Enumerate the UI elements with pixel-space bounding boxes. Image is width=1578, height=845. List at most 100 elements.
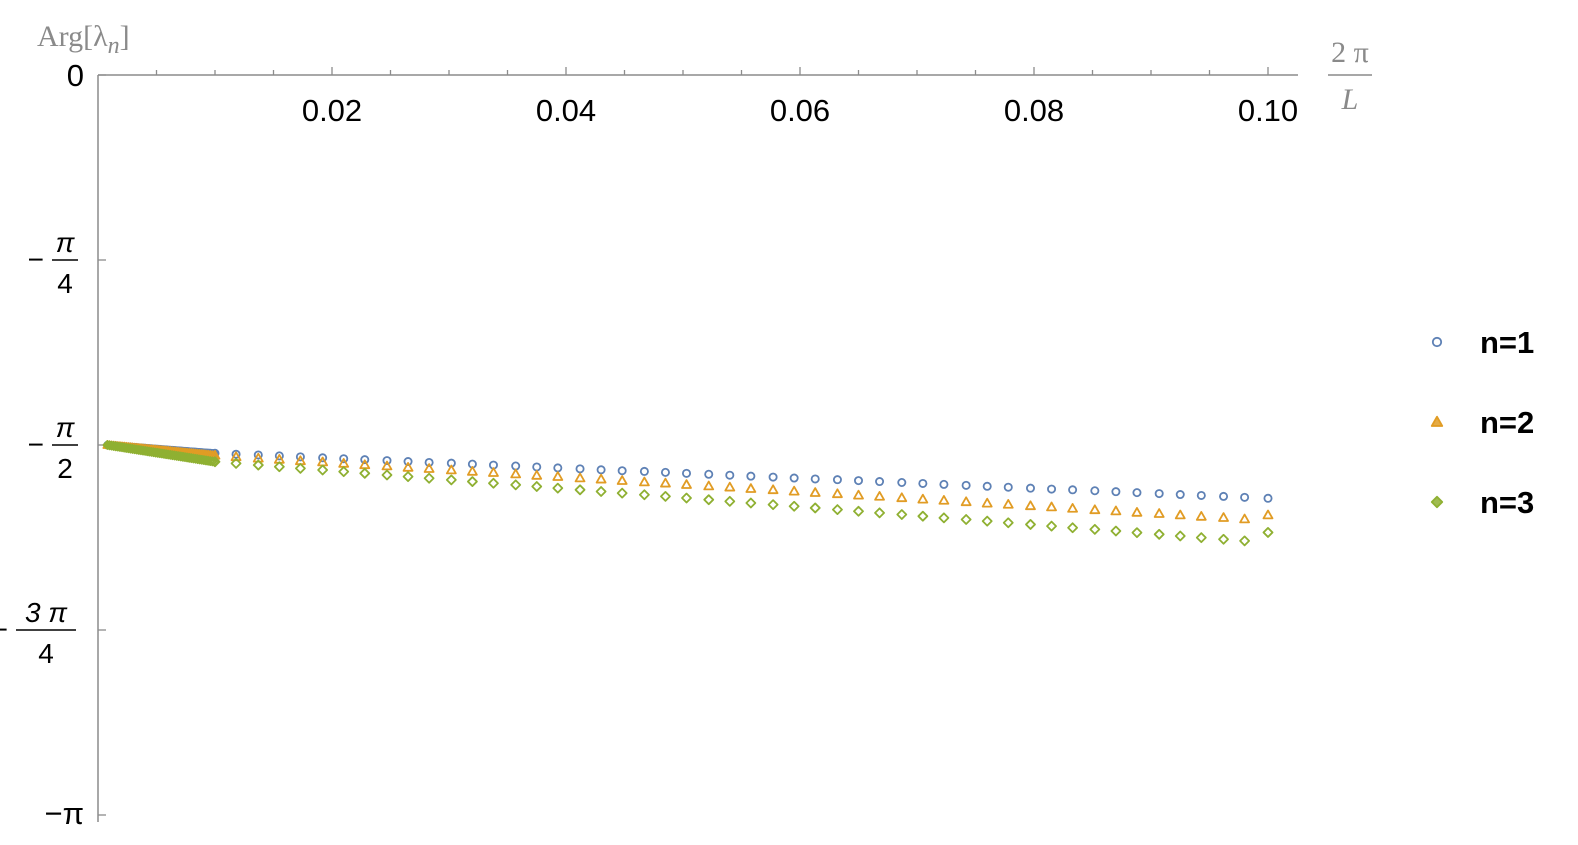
- y-tick-sign: −: [0, 614, 8, 645]
- data-point: [1025, 519, 1036, 530]
- legend-item-n=1: n=1: [1431, 325, 1534, 360]
- data-point: [531, 481, 543, 492]
- data-point: [1025, 483, 1035, 493]
- data-point: [745, 497, 757, 509]
- y-tick-denominator: 4: [38, 638, 54, 669]
- legend-item-n=3: n=3: [1430, 485, 1534, 520]
- data-point: [853, 489, 864, 500]
- data-point: [660, 467, 670, 477]
- data-point: [1174, 509, 1186, 520]
- data-point: [1003, 482, 1013, 492]
- data-point: [596, 465, 606, 475]
- data-point: [575, 464, 585, 474]
- data-point: [853, 505, 864, 517]
- x-tick-label: 0.04: [536, 93, 596, 128]
- data-point: [960, 496, 972, 507]
- legend-label: n=3: [1480, 485, 1534, 520]
- data-point: [1002, 517, 1014, 529]
- y-tick-sign: −: [28, 244, 44, 275]
- data-point: [874, 507, 885, 519]
- data-point: [1240, 492, 1250, 502]
- data-point: [1263, 493, 1273, 503]
- data-point: [961, 480, 971, 490]
- legend-label: n=1: [1480, 325, 1534, 360]
- data-point: [681, 479, 692, 489]
- data-point: [1046, 520, 1057, 532]
- data-point: [874, 490, 885, 501]
- data-point: [660, 490, 671, 502]
- legend-label: n=2: [1480, 405, 1534, 440]
- y-tick-sign: −: [28, 429, 44, 460]
- y-tick-denominator: 2: [57, 453, 73, 484]
- data-point: [616, 475, 628, 485]
- data-point: [875, 477, 885, 487]
- x-tick-labels: 0.02 0.04 0.06 0.08 0.10: [302, 93, 1298, 128]
- legend-marker: [1430, 415, 1444, 427]
- x-axis-label: 2 π L: [1328, 36, 1372, 116]
- data-point: [1002, 499, 1014, 509]
- data-point: [681, 492, 692, 504]
- data-point: [1239, 513, 1250, 524]
- data-point: [939, 479, 949, 489]
- data-point: [531, 470, 543, 480]
- data-point: [767, 484, 779, 495]
- data-point: [445, 464, 457, 475]
- data-point: [1153, 528, 1165, 540]
- data-point: [745, 483, 757, 493]
- y-tick-denominator: 4: [57, 268, 73, 299]
- data-point: [938, 495, 950, 505]
- data-point: [938, 512, 950, 524]
- data-point: [1025, 500, 1036, 511]
- data-point: [511, 461, 521, 471]
- y-tick-label: −3 π 4: [0, 597, 76, 669]
- data-point: [552, 471, 564, 481]
- y-tick-label: 0: [67, 58, 84, 93]
- data-point: [488, 477, 499, 489]
- legend-item-n=2: n=2: [1430, 405, 1534, 440]
- data-point: [638, 489, 650, 501]
- data-point: [423, 472, 435, 484]
- data-point: [1067, 522, 1079, 534]
- legend-marker: [1431, 336, 1443, 348]
- data-point: [917, 510, 929, 522]
- y-tick-numerator: π: [56, 412, 76, 443]
- data-point: [1068, 485, 1078, 495]
- x-axis-label-denominator: L: [1341, 83, 1359, 116]
- data-point: [981, 515, 993, 527]
- scatter-chart: 0.020.040.060.080.10 0−π4−π2−3 π4−π Arg[…: [0, 20, 1534, 831]
- data-point: [1154, 489, 1164, 499]
- data-point: [767, 499, 779, 511]
- data-point: [445, 474, 457, 486]
- data-point: [1090, 486, 1100, 496]
- data-point: [896, 509, 908, 520]
- axes: [97, 74, 1298, 822]
- data-point: [1110, 525, 1122, 537]
- data-point: [1262, 509, 1274, 520]
- data-point: [574, 484, 586, 496]
- data-point: [832, 504, 843, 515]
- x-tick-label: 0.08: [1004, 93, 1064, 128]
- data-point: [1132, 488, 1142, 498]
- y-axis-label-sub: n: [108, 33, 120, 59]
- y-axis-label: Arg[λn]: [37, 20, 130, 59]
- data-point: [1262, 527, 1274, 538]
- data-point: [552, 482, 564, 494]
- data-point: [1195, 532, 1207, 544]
- data-point: [1239, 535, 1250, 547]
- data-point: [1046, 501, 1057, 512]
- data-point: [639, 466, 649, 476]
- data-point: [466, 466, 478, 476]
- data-point: [1218, 533, 1229, 545]
- data-point: [295, 462, 306, 474]
- x-axis-label-numerator: 2 π: [1331, 36, 1369, 69]
- data-point: [660, 477, 671, 488]
- data-point: [832, 488, 843, 499]
- y-tick-numerator: π: [56, 227, 76, 258]
- data-point: [788, 485, 800, 496]
- data-point: [1067, 503, 1079, 513]
- y-tick-label: −π 4: [28, 227, 78, 299]
- data-point: [1219, 491, 1229, 501]
- x-tick-label: 0.10: [1238, 93, 1298, 128]
- data-point: [574, 472, 586, 483]
- y-tick-label: −π 2: [28, 412, 78, 484]
